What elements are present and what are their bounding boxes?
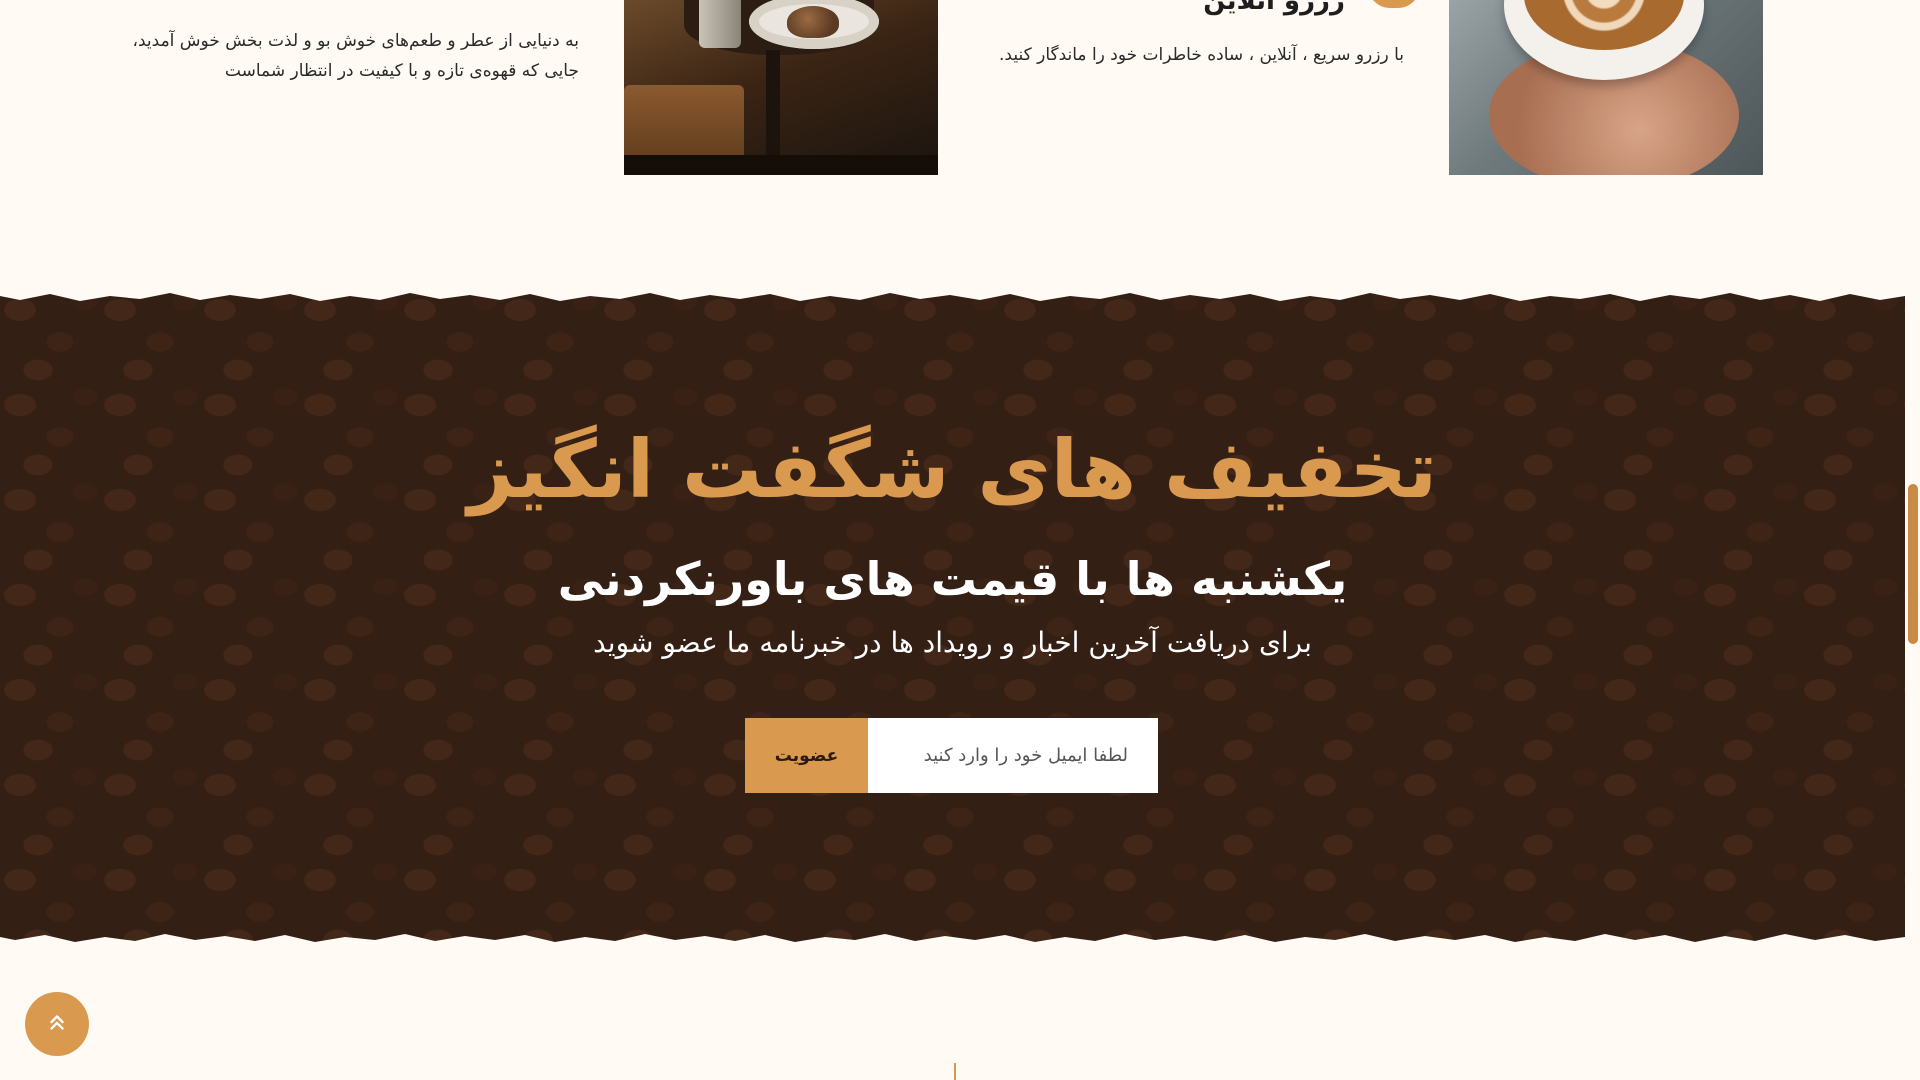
section-divider-line xyxy=(954,1063,956,1080)
latte-image xyxy=(1449,0,1763,175)
promo-title: تخفیف های شگفت انگیز xyxy=(467,423,1438,516)
pastry-shape xyxy=(787,6,839,38)
back-to-top-button[interactable] xyxy=(25,992,89,1056)
double-chevron-up-icon xyxy=(46,1011,68,1037)
feature-2-icon-badge xyxy=(1368,0,1420,8)
subscribe-button[interactable]: عضویت xyxy=(745,718,868,793)
glass-shape xyxy=(699,0,741,48)
scrollbar-track[interactable] xyxy=(1905,0,1920,1080)
promo-subtitle: یکشنبه ها با قیمت های باورنکردنی xyxy=(557,552,1348,606)
promo-content: تخفیف های شگفت انگیز یکشنبه ها با قیمت ه… xyxy=(0,290,1905,945)
cafe-table-image xyxy=(624,0,938,175)
floor-shape xyxy=(624,155,938,175)
newsletter-form: عضویت xyxy=(745,718,1158,793)
feature-2-description: با رزرو سریع ، آنلاین ، ساده خاطرات خود … xyxy=(999,45,1404,65)
newsletter-text: برای دریافت آخرین اخبار و رویداد ها در خ… xyxy=(593,626,1312,659)
email-input[interactable] xyxy=(868,718,1158,793)
scrollbar-thumb[interactable] xyxy=(1908,484,1918,644)
feature-1-description: به دنیایی از عطر و طعم‌های خوش بو و لذت … xyxy=(132,31,580,81)
features-section: به دنیایی از عطر و طعم‌های خوش بو و لذت … xyxy=(0,0,1905,175)
feature-2-title: رزرو آنلاین xyxy=(1203,0,1345,16)
promo-banner: تخفیف های شگفت انگیز یکشنبه ها با قیمت ه… xyxy=(0,288,1905,947)
